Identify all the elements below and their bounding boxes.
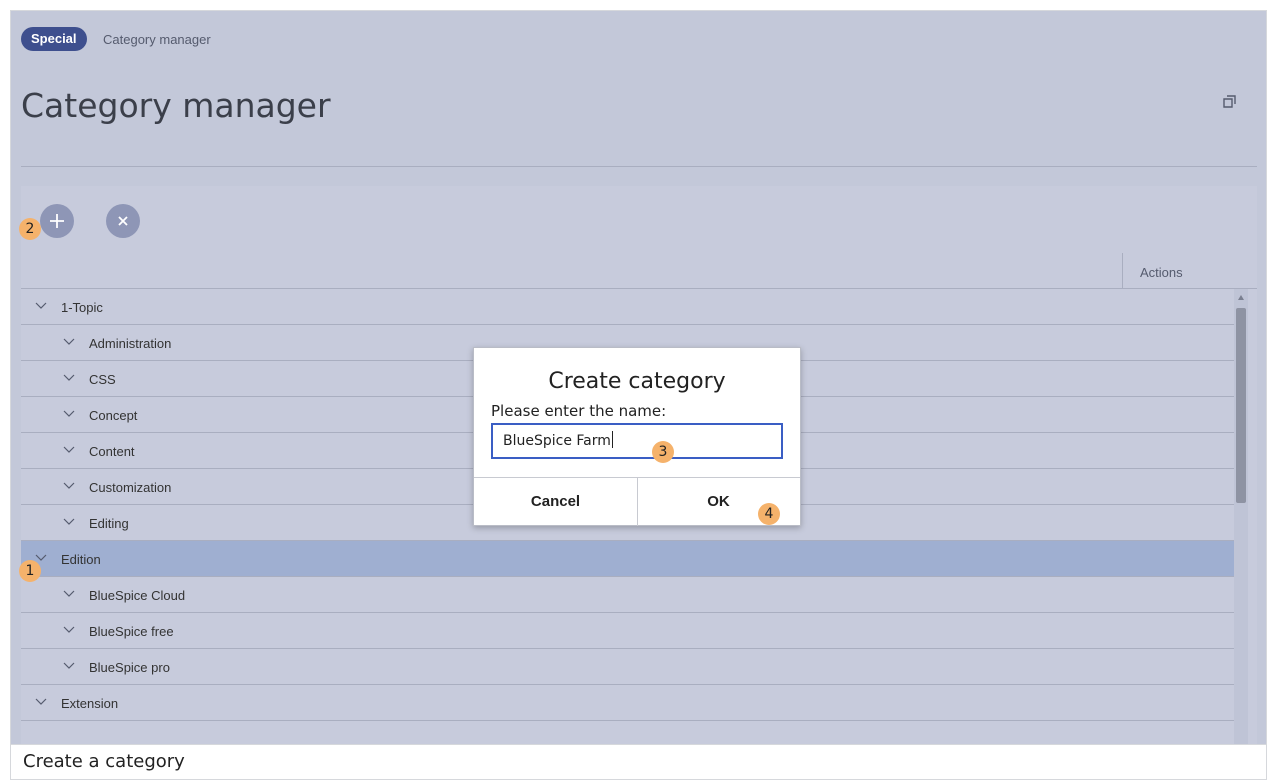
- scroll-thumb[interactable]: [1236, 308, 1246, 503]
- tree-row[interactable]: BlueSpice pro: [21, 649, 1234, 685]
- tree-row-label: Extension: [61, 696, 119, 711]
- tree-row-label: 1-Topic: [61, 300, 103, 315]
- chevron-down-icon[interactable]: [35, 302, 47, 310]
- page-title: Category manager: [21, 86, 331, 125]
- tree-row-label: Content: [89, 444, 135, 459]
- tree-row[interactable]: Extension: [21, 685, 1234, 721]
- step-marker-3: 3: [652, 441, 674, 463]
- tree-row[interactable]: BlueSpice Cloud: [21, 577, 1234, 613]
- tree-row[interactable]: BlueSpice free: [21, 613, 1234, 649]
- input-value: BlueSpice Farm: [503, 433, 611, 449]
- step-marker-2: 2: [19, 218, 41, 240]
- add-category-button[interactable]: [40, 204, 74, 238]
- tree-row-label: Concept: [89, 408, 138, 423]
- plus-icon: [50, 214, 64, 228]
- dialog-prompt: Please enter the name:: [491, 402, 667, 420]
- breadcrumb: Category manager: [103, 32, 211, 47]
- chevron-down-icon[interactable]: [35, 698, 47, 706]
- expand-icon[interactable]: [1223, 95, 1237, 109]
- tree-row-label: Administration: [89, 336, 172, 351]
- text-caret: [611, 431, 613, 448]
- tree-row-label: Customization: [89, 480, 172, 495]
- tree-row-label: BlueSpice pro: [89, 660, 170, 675]
- dialog-footer: Cancel OK: [474, 477, 800, 526]
- image-caption: Create a category: [10, 744, 1267, 780]
- create-category-dialog: Create category Please enter the name: B…: [473, 347, 801, 526]
- divider: [21, 166, 1257, 167]
- tree-row[interactable]: 1-Topic: [21, 289, 1234, 325]
- tree-row-label: Editing: [89, 516, 129, 531]
- actions-column-header: Actions: [1140, 265, 1183, 280]
- tree-row-label: BlueSpice Cloud: [89, 588, 186, 603]
- category-name-input[interactable]: BlueSpice Farm: [491, 423, 783, 459]
- chevron-down-icon[interactable]: [63, 374, 75, 382]
- dialog-title: Create category: [548, 369, 726, 394]
- chevron-down-icon[interactable]: [63, 410, 75, 418]
- step-marker-1: 1: [19, 560, 41, 582]
- tree-row-label: Edition: [61, 552, 101, 567]
- chevron-down-icon[interactable]: [35, 554, 47, 562]
- step-marker-4: 4: [758, 503, 780, 525]
- chevron-down-icon[interactable]: [63, 590, 75, 598]
- chevron-down-icon[interactable]: [63, 518, 75, 526]
- namespace-badge: Special: [21, 27, 87, 51]
- cancel-button[interactable]: Cancel: [474, 478, 638, 526]
- tree-row-label: CSS: [89, 372, 116, 387]
- tree-row-label: BlueSpice free: [89, 624, 174, 639]
- chevron-down-icon[interactable]: [63, 662, 75, 670]
- chevron-down-icon[interactable]: [63, 626, 75, 634]
- tree-row[interactable]: Edition: [21, 541, 1234, 577]
- remove-category-button[interactable]: [106, 204, 140, 238]
- table-header: [21, 253, 1257, 289]
- scroll-up-arrow[interactable]: [1238, 295, 1244, 300]
- chevron-down-icon[interactable]: [63, 482, 75, 490]
- scrollbar[interactable]: [1234, 289, 1248, 744]
- chevron-down-icon[interactable]: [63, 338, 75, 346]
- chevron-down-icon[interactable]: [63, 446, 75, 454]
- close-icon: [118, 216, 128, 226]
- column-separator: [1122, 253, 1123, 289]
